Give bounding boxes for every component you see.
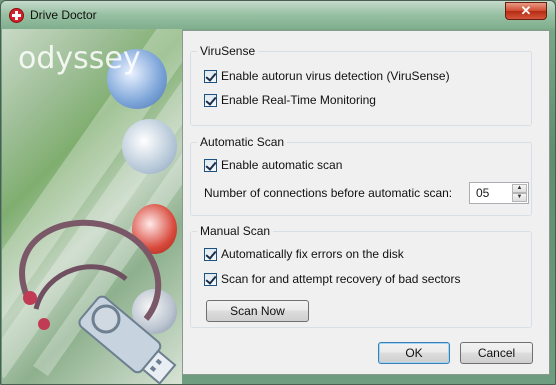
automatic-scan-group: Automatic Scan Enable automatic scan Num… bbox=[190, 135, 532, 216]
automatic-scan-legend: Automatic Scan bbox=[197, 135, 288, 149]
virusense-group: ViruSense Enable autorun virus detection… bbox=[190, 44, 532, 126]
spin-down-icon[interactable]: ▼ bbox=[512, 193, 527, 202]
autorun-detection-checkbox[interactable]: Enable autorun virus detection (ViruSens… bbox=[204, 68, 450, 84]
scan-now-button[interactable]: Scan Now bbox=[206, 300, 309, 322]
connections-spinner[interactable]: 05 ▲ ▼ bbox=[469, 182, 529, 204]
spinner-buttons: ▲ ▼ bbox=[512, 184, 527, 202]
ok-button[interactable]: OK bbox=[378, 342, 450, 364]
checkbox-checked-icon[interactable] bbox=[204, 272, 217, 286]
drive-doctor-window: Drive Doctor ✕ odyssey ViruSense Enable … bbox=[0, 0, 556, 385]
cancel-button[interactable]: Cancel bbox=[460, 342, 533, 364]
close-button[interactable]: ✕ bbox=[505, 2, 547, 20]
window-title: Drive Doctor bbox=[30, 8, 97, 22]
connections-value[interactable]: 05 bbox=[476, 186, 489, 200]
auto-fix-errors-checkbox[interactable]: Automatically fix errors on the disk bbox=[204, 246, 404, 262]
settings-panel: ViruSense Enable autorun virus detection… bbox=[182, 30, 550, 375]
bad-sectors-label: Scan for and attempt recovery of bad sec… bbox=[221, 272, 461, 286]
realtime-monitoring-label: Enable Real-Time Monitoring bbox=[221, 93, 376, 107]
side-artwork: odyssey bbox=[2, 29, 182, 384]
checkbox-checked-icon[interactable] bbox=[204, 69, 217, 83]
close-icon: ✕ bbox=[520, 3, 532, 18]
title-bar[interactable]: Drive Doctor ✕ bbox=[1, 1, 555, 29]
bad-sectors-checkbox[interactable]: Scan for and attempt recovery of bad sec… bbox=[204, 271, 460, 287]
checkbox-checked-icon[interactable] bbox=[204, 247, 217, 261]
checkbox-checked-icon[interactable] bbox=[204, 93, 217, 107]
connections-label: Number of connections before automatic s… bbox=[204, 186, 453, 200]
manual-scan-group: Manual Scan Automatically fix errors on … bbox=[190, 224, 532, 328]
virusense-legend: ViruSense bbox=[197, 44, 259, 58]
autorun-detection-label: Enable autorun virus detection (ViruSens… bbox=[221, 69, 450, 83]
odyssey-logo: odyssey bbox=[18, 41, 141, 76]
stethoscope-usb-illustration bbox=[19, 219, 177, 384]
checkbox-checked-icon[interactable] bbox=[204, 158, 217, 172]
spin-up-icon[interactable]: ▲ bbox=[512, 184, 527, 193]
realtime-monitoring-checkbox[interactable]: Enable Real-Time Monitoring bbox=[204, 92, 376, 108]
manual-scan-legend: Manual Scan bbox=[197, 224, 274, 238]
red-cross-icon bbox=[9, 8, 24, 23]
enable-automatic-scan-label: Enable automatic scan bbox=[221, 158, 343, 172]
auto-fix-errors-label: Automatically fix errors on the disk bbox=[221, 247, 404, 261]
enable-automatic-scan-checkbox[interactable]: Enable automatic scan bbox=[204, 157, 342, 173]
